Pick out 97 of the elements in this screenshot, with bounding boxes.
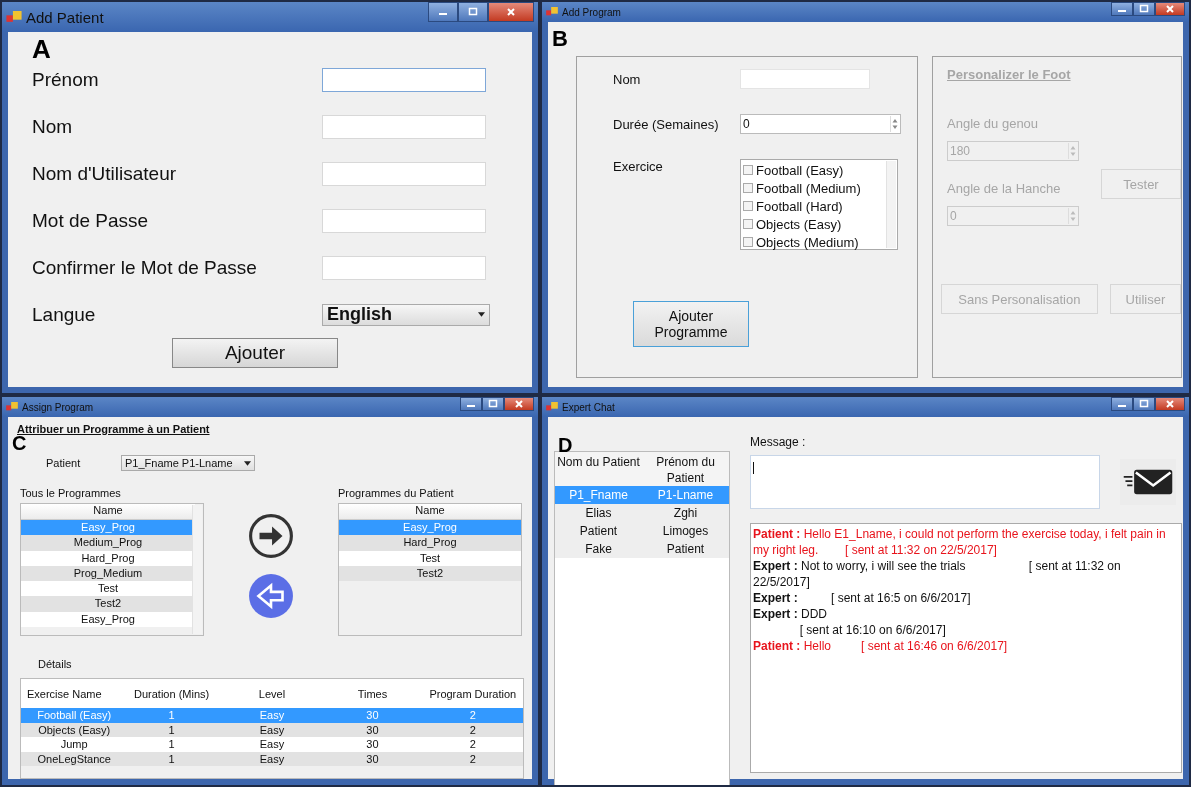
field-label: Message :: [750, 435, 807, 449]
add-arrow-button[interactable]: [248, 512, 294, 559]
patient-row[interactable]: Fake Patient: [555, 540, 729, 558]
field-label: Mot de Passe: [32, 209, 150, 232]
field-label: Nom d'Utilisateur: [32, 162, 178, 185]
panel-letter: D: [558, 435, 573, 455]
column-header[interactable]: Program Duration: [422, 687, 523, 700]
add-button[interactable]: Ajouter: [172, 338, 338, 368]
exercise-checkbox[interactable]: Football (Medium): [743, 179, 897, 197]
window-title: Add Program: [562, 6, 621, 18]
app-icon: [6, 10, 22, 24]
chat-message: Patient : Hello E1_Lname, i could not perform the exercise today, i felt pain in my right leg. [ sent at 11:32 on 22/5/2017]: [753, 526, 1167, 558]
column-header[interactable]: Exercise Name: [21, 687, 122, 700]
patient-dropdown[interactable]: P1_Fname P1-Lname: [121, 455, 255, 471]
caret-icon: [244, 460, 251, 466]
program-row[interactable]: Hard_Prog: [339, 535, 521, 551]
exercise-checkbox[interactable]: Objects (Medium): [743, 233, 897, 251]
maximize-icon: [1139, 399, 1149, 409]
patient-row[interactable]: Elias Zghi: [555, 504, 729, 522]
minimize-button[interactable]: [1111, 397, 1133, 411]
spin-arrows-icon[interactable]: [890, 116, 899, 132]
chat-message: Expert : DDD [ sent at 16:10 on 6/6/2017]: [753, 606, 947, 638]
add-program-button[interactable]: Ajouter Programme: [633, 301, 749, 347]
window-title: Assign Program: [22, 401, 94, 413]
maximize-icon: [488, 399, 498, 409]
exercise-checkbox[interactable]: Football (Hard): [743, 197, 897, 215]
maximize-button[interactable]: [1133, 2, 1155, 16]
field-label: Confirmer le Mot de Passe: [32, 256, 258, 279]
send-button[interactable]: [1120, 459, 1176, 505]
patient-row[interactable]: Patient Limoges: [555, 522, 729, 540]
panel-letter: C: [12, 433, 27, 449]
column-header[interactable]: Level: [221, 687, 323, 700]
column-header[interactable]: Times: [322, 687, 423, 700]
maximize-icon: [1139, 4, 1149, 14]
program-row[interactable]: Medium_Prog: [21, 535, 195, 551]
column-header[interactable]: Name: [339, 504, 521, 520]
minimize-button[interactable]: [1111, 2, 1133, 16]
exercise-checkbox[interactable]: Football (Easy): [743, 161, 897, 179]
group-title: Personalizer le Foot: [947, 67, 1072, 82]
close-button[interactable]: [1155, 397, 1185, 411]
minimize-button[interactable]: [460, 397, 482, 411]
close-icon: [514, 399, 524, 409]
field-label: Prénom: [32, 68, 100, 91]
text-field[interactable]: [322, 114, 486, 139]
text-field[interactable]: [322, 255, 486, 280]
exercise-checkbox[interactable]: Objects (Easy): [743, 215, 897, 233]
close-button[interactable]: [488, 2, 534, 22]
maximize-button[interactable]: [458, 2, 488, 22]
app-icon: [6, 402, 18, 412]
panel-letter: A: [32, 36, 52, 62]
list-title: Programmes du Patient: [338, 487, 455, 499]
text-field[interactable]: [322, 208, 486, 233]
language-dropdown[interactable]: English: [322, 303, 490, 326]
chat-message: Patient : Hello [ sent at 16:46 on 6/6/2017]: [753, 638, 1009, 654]
caret-icon: [478, 312, 485, 317]
close-icon: [1165, 4, 1175, 14]
chat-message: Expert : Not to worry, i will see the trials [ sent at 11:32 on 22/5/2017]: [753, 558, 1122, 590]
field-label: Langue: [32, 303, 97, 326]
column-header[interactable]: Duration (Mins): [121, 687, 222, 700]
maximize-button[interactable]: [482, 397, 504, 411]
window-title: Add Patient: [26, 8, 104, 26]
field-label: Angle du genou: [947, 116, 1040, 131]
close-button[interactable]: [504, 397, 534, 411]
envelope-icon: [1122, 468, 1174, 496]
field-label: Angle de la Hanche: [947, 181, 1062, 196]
field-label: Nom: [613, 71, 642, 87]
close-button[interactable]: [1155, 2, 1185, 16]
maximize-button[interactable]: [1133, 397, 1155, 411]
name-field[interactable]: [740, 69, 870, 89]
field-label: Nom: [32, 115, 74, 138]
field-label: Durée (Semaines): [613, 116, 720, 132]
field-label: Exercice: [613, 159, 664, 174]
text-field[interactable]: [322, 67, 486, 92]
app-icon: [546, 402, 558, 412]
field-label: Patient: [46, 457, 82, 469]
chat-message: Expert : [ sent at 16:5 on 6/6/2017]: [753, 590, 972, 606]
column-header[interactable]: Prénom du Patient: [642, 454, 729, 486]
close-icon: [506, 7, 516, 17]
program-row[interactable]: Test: [21, 581, 195, 597]
remove-arrow-button[interactable]: [248, 572, 294, 619]
section-title: Détails: [38, 658, 73, 670]
program-row[interactable]: Test2: [21, 596, 195, 612]
message-field[interactable]: [750, 455, 1100, 509]
maximize-icon: [468, 7, 478, 17]
scrollbar[interactable]: [886, 161, 896, 248]
close-icon: [1165, 399, 1175, 409]
duration-spinner[interactable]: 0: [740, 114, 901, 134]
column-header[interactable]: Name: [21, 504, 195, 520]
list-title: Tous le Programmes: [20, 487, 122, 499]
app-icon: [546, 7, 558, 17]
text-field[interactable]: [322, 161, 486, 186]
panel-letter: B: [552, 28, 568, 50]
form-heading: Attribuer un Programme à un Patient: [17, 423, 211, 435]
minimize-button[interactable]: [428, 2, 458, 22]
table-row[interactable]: Jump 1 Easy 30 2: [21, 737, 523, 752]
column-header[interactable]: Nom du Patient: [555, 454, 642, 486]
window-title: Expert Chat: [562, 401, 615, 413]
